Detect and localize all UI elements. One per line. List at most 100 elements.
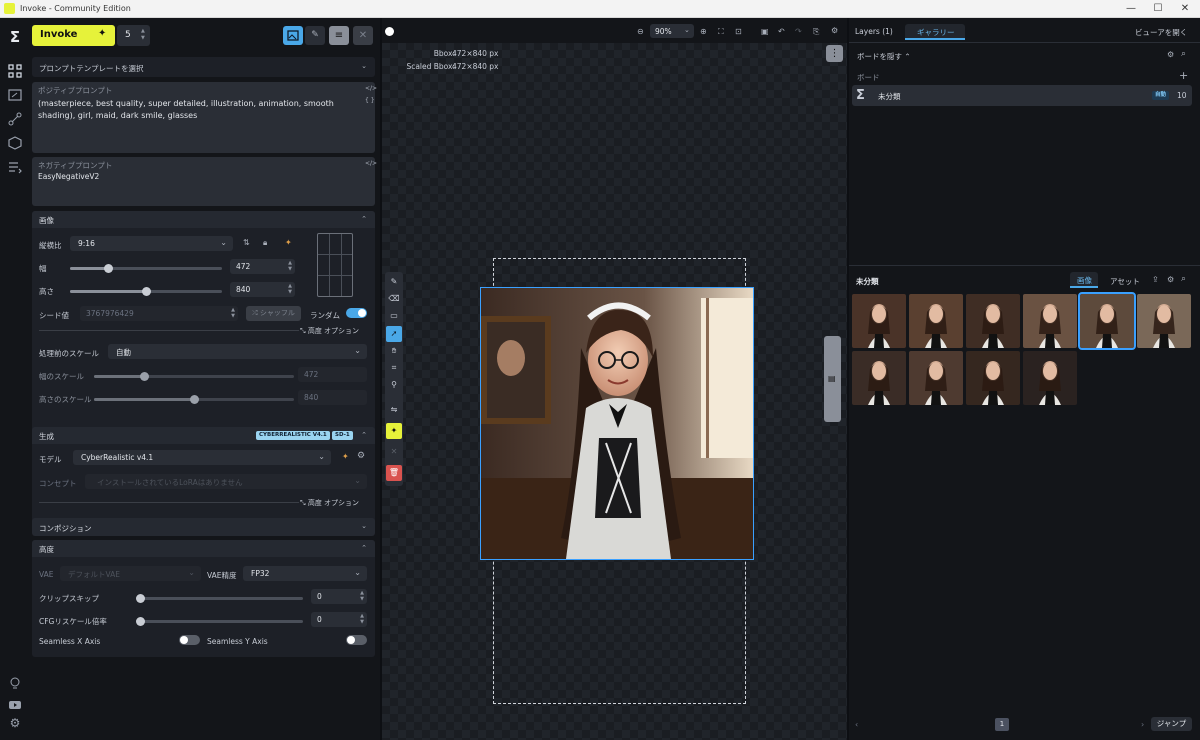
- zoom-in-icon[interactable]: ⊕: [700, 27, 707, 36]
- stepper-icon[interactable]: ▲ ▼: [360, 590, 364, 602]
- gallery-thumbnail[interactable]: [909, 294, 963, 348]
- cfg-rescale-input[interactable]: 0 ▲ ▼: [311, 612, 367, 627]
- scale-height-input[interactable]: 840: [298, 390, 367, 405]
- stepper-icon[interactable]: ▲ ▼: [288, 283, 292, 295]
- eraser-tool-icon[interactable]: ⌫: [386, 291, 402, 307]
- nav-queue-icon[interactable]: [8, 160, 22, 174]
- magic-wand-icon[interactable]: ✦: [342, 452, 349, 461]
- nav-upscale-icon[interactable]: [8, 88, 22, 102]
- save-icon[interactable]: ▣: [761, 27, 769, 36]
- rect-tool-icon[interactable]: ▭: [386, 308, 402, 324]
- image-mode-button[interactable]: [283, 26, 303, 45]
- reset-view-icon[interactable]: ⊡: [735, 27, 742, 36]
- width-slider[interactable]: [70, 264, 222, 273]
- gallery-thumbnail[interactable]: [852, 351, 906, 405]
- board-search-icon[interactable]: ⌕: [1181, 49, 1186, 59]
- tab-assets[interactable]: アセット: [1110, 276, 1140, 287]
- prev-page-icon[interactable]: ‹: [855, 720, 858, 729]
- redo-icon[interactable]: ↷: [795, 27, 802, 36]
- nav-workflow-icon[interactable]: [8, 112, 22, 126]
- minimize-icon[interactable]: —: [1124, 2, 1138, 16]
- undo-icon[interactable]: ↶: [778, 27, 785, 36]
- board-item-uncategorized[interactable]: Σ 未分類 自動 10: [852, 85, 1192, 106]
- maximize-icon[interactable]: ☐: [1151, 2, 1165, 16]
- scale-width-input[interactable]: 472: [298, 367, 367, 382]
- next-page-icon[interactable]: ›: [1141, 720, 1144, 729]
- jump-button[interactable]: ジャンプ: [1151, 717, 1192, 731]
- hide-boards-button[interactable]: ボードを隠す ⌃: [857, 51, 911, 62]
- aspect-ratio-select[interactable]: 9:16 ⌄: [70, 236, 233, 251]
- cancel-button[interactable]: ✕: [353, 26, 373, 45]
- canvas-image[interactable]: [480, 287, 754, 560]
- code-icon[interactable]: </>: [365, 85, 377, 92]
- clip-skip-slider[interactable]: [136, 594, 303, 603]
- tab-layers[interactable]: Layers (1): [855, 27, 893, 36]
- adjust-icon[interactable]: ⇋: [386, 402, 402, 418]
- concept-select[interactable]: インストールされているLoRAはありません ⌄: [85, 474, 367, 489]
- open-viewer-button[interactable]: ビューアを開く: [1135, 27, 1187, 38]
- add-board-icon[interactable]: +: [1179, 69, 1188, 82]
- settings-gear-icon[interactable]: ⚙: [8, 716, 22, 730]
- vae-select[interactable]: デフォルトVAE ⌄: [60, 566, 201, 581]
- zoom-out-icon[interactable]: ⊖: [637, 27, 644, 36]
- gallery-thumbnail[interactable]: [966, 351, 1020, 405]
- gallery-settings-icon[interactable]: ⚙: [1167, 275, 1174, 284]
- zoom-select[interactable]: 90% ⌄: [650, 24, 694, 38]
- seamless-x-toggle[interactable]: [179, 635, 200, 645]
- cancel-icon[interactable]: ✕: [386, 444, 402, 460]
- move-tool-icon[interactable]: ➚: [386, 326, 402, 342]
- gear-icon[interactable]: ⚙: [357, 451, 365, 461]
- stepper-icon[interactable]: ▲ ▼: [360, 613, 364, 625]
- gallery-search-icon[interactable]: ⌕: [1181, 274, 1186, 284]
- prompt-template-select[interactable]: プロンプトテンプレートを選択 ⌄: [32, 57, 375, 77]
- eyedropper-tool-icon[interactable]: ⚲: [386, 377, 402, 393]
- generation-section-header[interactable]: 生成 CYBERREALISTIC V4.1 SD-1 ⌃: [32, 427, 375, 444]
- invoke-button[interactable]: Invoke ✦: [32, 25, 115, 46]
- nav-models-icon[interactable]: [8, 136, 22, 150]
- gallery-thumbnail[interactable]: [966, 294, 1020, 348]
- cfg-rescale-slider[interactable]: [136, 617, 303, 626]
- iterations-input[interactable]: 5 ▲ ▼: [117, 25, 150, 46]
- lightbulb-icon[interactable]: [8, 676, 22, 690]
- queue-menu-button[interactable]: ≡: [329, 26, 349, 45]
- board-settings-icon[interactable]: ⚙: [1167, 50, 1174, 59]
- generate-icon[interactable]: ✦: [386, 423, 402, 439]
- negative-prompt-box[interactable]: ネガティブプロンプト </> EasyNegativeV2: [32, 157, 377, 206]
- gallery-thumbnail[interactable]: [1023, 351, 1077, 405]
- scale-width-slider[interactable]: [94, 372, 294, 381]
- positive-prompt-box[interactable]: ポジティブプロンプト </> { } (masterpiece, best qu…: [32, 82, 377, 153]
- gallery-thumbnail[interactable]: [1078, 292, 1136, 350]
- export-icon[interactable]: ⎘: [813, 27, 819, 37]
- stepper-icon[interactable]: ▲ ▼: [231, 307, 235, 319]
- negative-prompt-text[interactable]: EasyNegativeV2: [38, 172, 99, 181]
- model-select[interactable]: CyberRealistic v4.1 ⌄: [73, 450, 331, 465]
- composition-section-header[interactable]: コンポジション ⌄: [32, 518, 375, 536]
- upload-icon[interactable]: ⇪: [1152, 275, 1159, 284]
- nav-canvas-icon[interactable]: [8, 64, 22, 78]
- gallery-thumbnail[interactable]: [852, 294, 906, 348]
- stepper-icon[interactable]: ▲ ▼: [141, 28, 145, 42]
- advanced-options-toggle[interactable]: ⤡ 高度 オプション: [300, 326, 359, 336]
- tab-images[interactable]: 画像: [1070, 272, 1098, 288]
- gallery-thumbnail[interactable]: [1023, 294, 1077, 348]
- braces-icon[interactable]: { }: [365, 97, 375, 104]
- color-swatch[interactable]: [385, 27, 394, 36]
- brush-tool-icon[interactable]: ✎: [386, 274, 402, 290]
- random-seed-toggle[interactable]: [346, 308, 367, 318]
- gallery-thumbnail[interactable]: [1137, 294, 1191, 348]
- gallery-thumbnail[interactable]: [909, 351, 963, 405]
- brush-mode-button[interactable]: ✎: [305, 26, 325, 45]
- shuffle-button[interactable]: ⤮ シャッフル: [246, 306, 301, 321]
- prescale-select[interactable]: 自動 ⌄: [108, 344, 367, 359]
- gallery-toggle-handle[interactable]: ▤: [824, 336, 841, 422]
- vae-precision-select[interactable]: FP32 ⌄: [243, 566, 367, 581]
- height-input[interactable]: 840 ▲ ▼: [230, 282, 295, 297]
- fit-icon[interactable]: ⛶: [718, 27, 724, 37]
- height-slider[interactable]: [70, 287, 222, 296]
- lock-icon[interactable]: 🔒︎: [263, 238, 267, 248]
- advanced-section-header[interactable]: 高度 ⌃: [32, 540, 375, 557]
- width-input[interactable]: 472 ▲ ▼: [230, 259, 295, 274]
- page-button[interactable]: 1: [995, 718, 1009, 731]
- stepper-icon[interactable]: ▲ ▼: [288, 260, 292, 272]
- close-window-icon[interactable]: ✕: [1178, 2, 1192, 16]
